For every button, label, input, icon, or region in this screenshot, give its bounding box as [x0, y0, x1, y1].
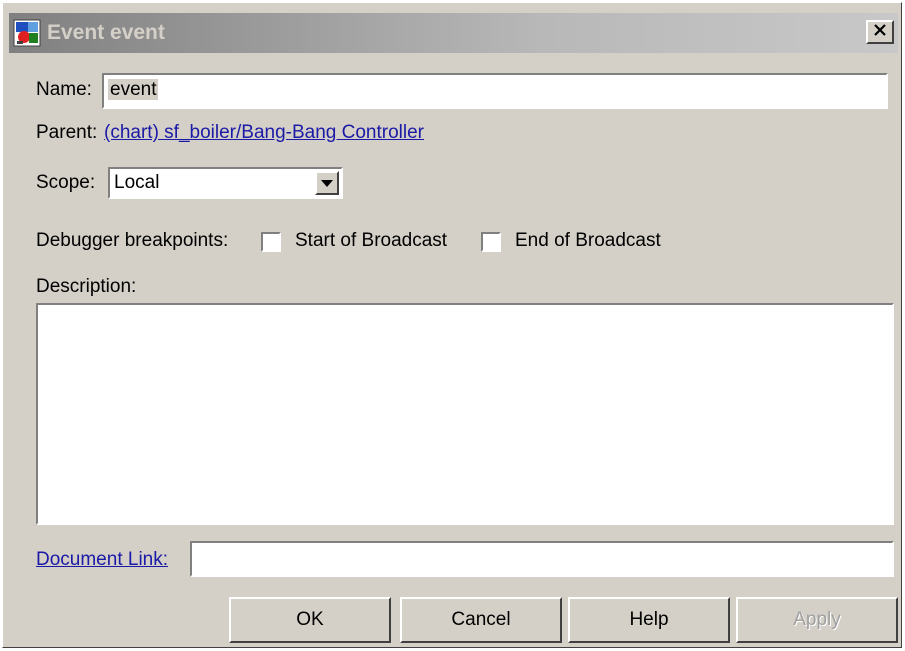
- window-title: Event event: [47, 21, 165, 44]
- apply-button[interactable]: Apply: [736, 597, 898, 643]
- scope-selected-value: Local: [114, 172, 160, 193]
- scope-label: Scope:: [36, 172, 96, 193]
- debugger-breakpoints-label: Debugger breakpoints:: [36, 230, 229, 251]
- end-of-broadcast-checkbox[interactable]: [481, 232, 501, 252]
- scope-dropdown-button[interactable]: [315, 171, 339, 195]
- name-input[interactable]: event: [102, 73, 888, 109]
- start-of-broadcast-label: Start of Broadcast: [295, 230, 448, 251]
- scope-select[interactable]: Local: [108, 167, 343, 199]
- close-button[interactable]: [866, 20, 894, 44]
- description-textarea[interactable]: [36, 303, 894, 525]
- ok-button[interactable]: OK: [229, 597, 391, 643]
- title-bar[interactable]: Event event: [9, 13, 898, 53]
- cancel-button[interactable]: Cancel: [400, 597, 562, 643]
- end-of-broadcast-label: End of Broadcast: [515, 230, 661, 251]
- parent-link[interactable]: (chart) sf_boiler/Bang-Bang Controller: [104, 121, 424, 145]
- dropdown-arrow-icon: [321, 169, 333, 197]
- help-button[interactable]: Help: [568, 597, 730, 643]
- name-label: Name:: [36, 79, 92, 100]
- document-link-input[interactable]: [190, 541, 894, 577]
- close-icon: [873, 23, 887, 42]
- stateflow-event-icon: [13, 19, 41, 47]
- document-link-label[interactable]: Document Link:: [36, 548, 168, 572]
- description-label: Description:: [36, 276, 137, 297]
- name-value: event: [108, 79, 159, 100]
- event-dialog: Event event Name: event Parent: (chart) …: [2, 2, 902, 648]
- parent-label: Parent:: [36, 122, 98, 143]
- start-of-broadcast-checkbox[interactable]: [261, 232, 281, 252]
